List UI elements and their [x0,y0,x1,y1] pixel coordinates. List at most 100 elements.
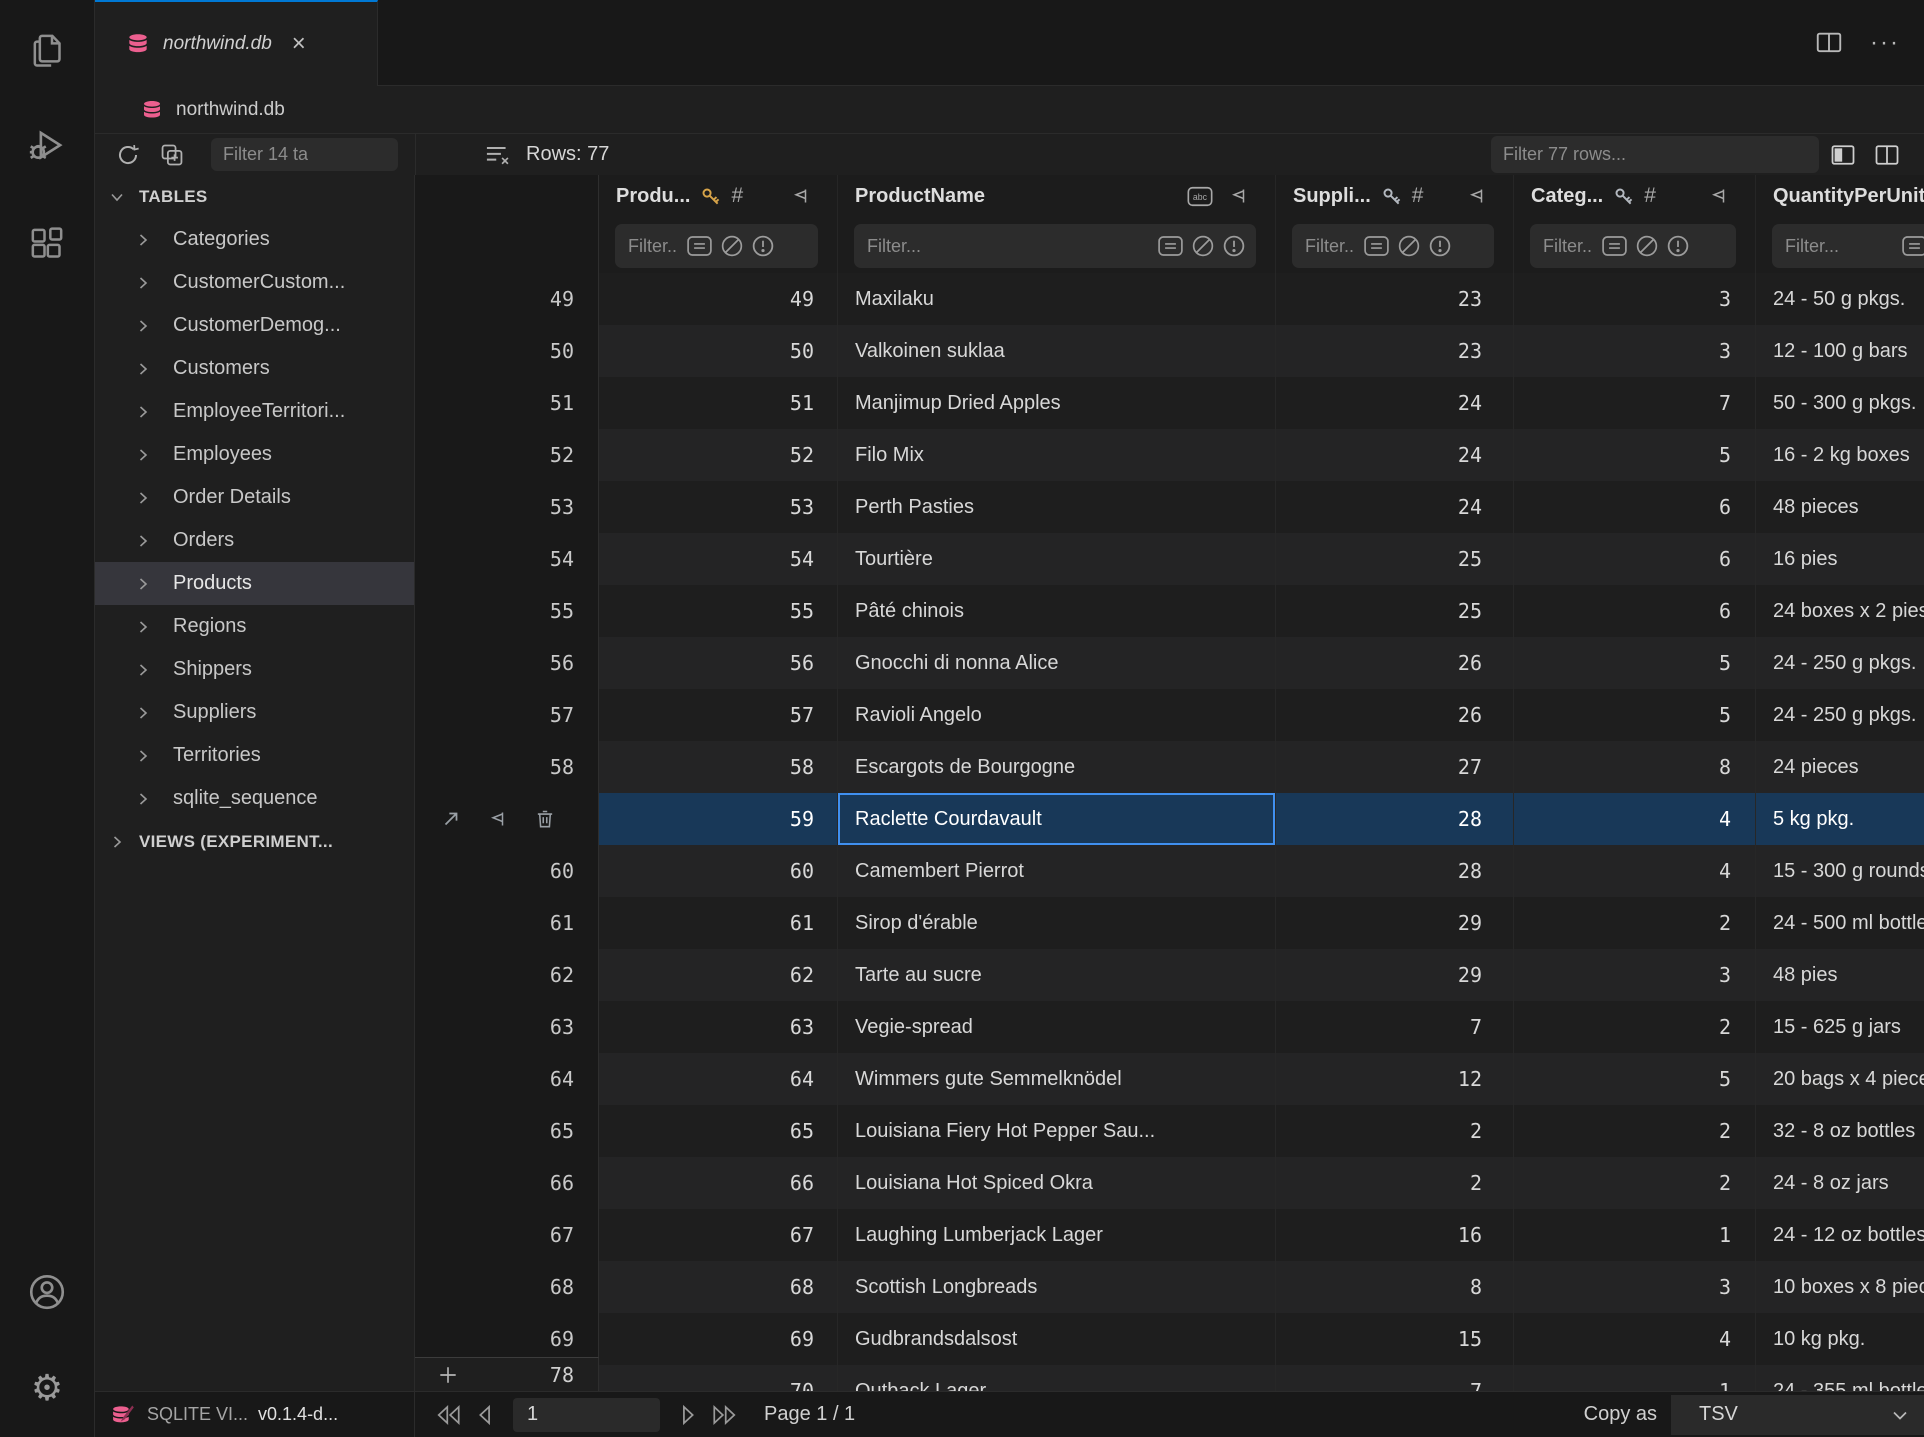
row-number[interactable]: 60 [415,845,599,897]
cell-supplier[interactable]: 2 [1276,1105,1514,1157]
column-header-supplier[interactable]: Suppli...# [1276,175,1514,217]
cell-supplier[interactable]: 26 [1276,689,1514,741]
filter-invert-icon[interactable] [1222,234,1246,258]
cell-name[interactable]: Scottish Longbreads [838,1261,1276,1313]
cell-supplier[interactable]: 27 [1276,741,1514,793]
clear-row-filters-icon[interactable] [484,143,512,167]
cell-name[interactable]: Laughing Lumberjack Lager [838,1209,1276,1261]
tab-northwind-db[interactable]: northwind.db × [95,0,378,86]
extension-name[interactable]: SQLITE VI... [147,1404,248,1425]
cell-qty[interactable]: 48 pies [1756,949,1924,1001]
cell-id[interactable]: 61 [599,897,838,949]
duplicate-table-icon[interactable] [157,140,187,170]
last-page-icon[interactable] [706,1397,742,1433]
filter-equals-icon[interactable] [686,234,713,258]
cell-name[interactable]: Gnocchi di nonna Alice [838,637,1276,689]
cell-category[interactable]: 4 [1514,793,1756,845]
open-row-icon[interactable] [440,808,462,830]
cell-id[interactable]: 67 [599,1209,838,1261]
toggle-sidebar-icon[interactable] [1828,140,1858,170]
cell-category[interactable]: 5 [1514,429,1756,481]
filter-input[interactable]: Filter... [1530,224,1736,268]
cell-category[interactable]: 3 [1514,273,1756,325]
refresh-icon[interactable] [113,140,143,170]
cell-id[interactable]: 62 [599,949,838,1001]
cell-supplier[interactable]: 24 [1276,377,1514,429]
cell-name[interactable]: Vegie-spread [838,1001,1276,1053]
cell-supplier[interactable]: 2 [1276,1157,1514,1209]
cell-supplier[interactable]: 24 [1276,429,1514,481]
filter-null-icon[interactable] [1191,234,1215,258]
filter-equals-icon[interactable] [1157,234,1184,258]
sidebar-item-products[interactable]: Products [95,562,414,605]
sidebar-section-views-experiment[interactable]: VIEWS (EXPERIMENT... [95,820,414,863]
cell-category[interactable]: 6 [1514,533,1756,585]
cell-id[interactable]: 65 [599,1105,838,1157]
cell-supplier[interactable]: 7 [1276,1365,1514,1391]
filter-invert-icon[interactable] [1428,234,1452,258]
cell-id[interactable]: 57 [599,689,838,741]
cell-id[interactable]: 58 [599,741,838,793]
cell-name[interactable]: Manjimup Dried Apples [838,377,1276,429]
cell-qty[interactable]: 24 - 355 ml bottles [1756,1365,1924,1391]
row-number[interactable]: 56 [415,637,599,689]
cell-category[interactable]: 3 [1514,949,1756,1001]
cell-qty[interactable]: 24 - 500 ml bottles [1756,897,1924,949]
cell-qty[interactable]: 24 - 12 oz bottles [1756,1209,1924,1261]
sidebar-item-customers[interactable]: Customers [95,347,414,390]
cell-supplier[interactable]: 29 [1276,897,1514,949]
filter-rows-input[interactable]: Filter 77 rows... [1491,136,1819,173]
filter-invert-icon[interactable] [751,234,775,258]
cell-name[interactable]: Tourtière [838,533,1276,585]
cell-qty[interactable]: 12 - 100 g bars [1756,325,1924,377]
pin-column-icon[interactable] [1229,186,1249,206]
cell-name[interactable]: Louisiana Fiery Hot Pepper Sau... [838,1105,1276,1157]
sidebar-item-orders[interactable]: Orders [95,519,414,562]
pin-row-icon[interactable] [488,809,508,829]
cell-qty[interactable]: 20 bags x 4 pieces [1756,1053,1924,1105]
cell-qty[interactable]: 50 - 300 g pkgs. [1756,377,1924,429]
cell-id[interactable]: 60 [599,845,838,897]
filter-input[interactable]: Filter... [1292,224,1494,268]
row-number[interactable]: 58 [415,741,599,793]
cell-supplier[interactable]: 26 [1276,637,1514,689]
row-number[interactable]: 49 [415,273,599,325]
cell-supplier[interactable]: 29 [1276,949,1514,1001]
cell-qty[interactable]: 24 - 250 g pkgs. [1756,689,1924,741]
cell-name[interactable]: Escargots de Bourgogne [838,741,1276,793]
row-number[interactable]: 62 [415,949,599,1001]
cell-qty[interactable]: 16 pies [1756,533,1924,585]
cell-category[interactable]: 4 [1514,845,1756,897]
row-number[interactable]: 50 [415,325,599,377]
first-page-icon[interactable] [431,1397,467,1433]
pin-column-icon[interactable] [1467,186,1487,206]
cell-category[interactable]: 1 [1514,1365,1756,1391]
cell-category[interactable]: 1 [1514,1209,1756,1261]
row-number[interactable]: 55 [415,585,599,637]
cell-qty[interactable]: 24 boxes x 2 pies [1756,585,1924,637]
extensions-icon[interactable] [25,222,69,266]
cell-supplier[interactable]: 12 [1276,1053,1514,1105]
cell-supplier[interactable]: 23 [1276,273,1514,325]
filter-null-icon[interactable] [1397,234,1421,258]
split-editor-icon[interactable] [1814,28,1844,58]
copy-format-select[interactable]: TSV [1671,1395,1924,1435]
sidebar-item-territories[interactable]: Territories [95,734,414,777]
cell-category[interactable]: 7 [1514,377,1756,429]
sidebar-item-order-details[interactable]: Order Details [95,476,414,519]
split-view-icon[interactable] [1872,140,1902,170]
cell-supplier[interactable]: 15 [1276,1313,1514,1365]
account-icon[interactable] [25,1270,69,1314]
column-header-category[interactable]: Categ...# [1514,175,1756,217]
cell-supplier[interactable]: 7 [1276,1001,1514,1053]
row-number[interactable]: 61 [415,897,599,949]
filter-equals-icon[interactable] [1363,234,1390,258]
cell-qty[interactable]: 15 - 300 g rounds [1756,845,1924,897]
row-number[interactable]: 68 [415,1261,599,1313]
cell-qty[interactable]: 24 - 8 oz jars [1756,1157,1924,1209]
filter-invert-icon[interactable] [1666,234,1690,258]
cell-id[interactable]: 51 [599,377,838,429]
sidebar-item-employees[interactable]: Employees [95,433,414,476]
cell-category[interactable]: 3 [1514,325,1756,377]
extension-version[interactable]: v0.1.4-d... [258,1404,338,1425]
